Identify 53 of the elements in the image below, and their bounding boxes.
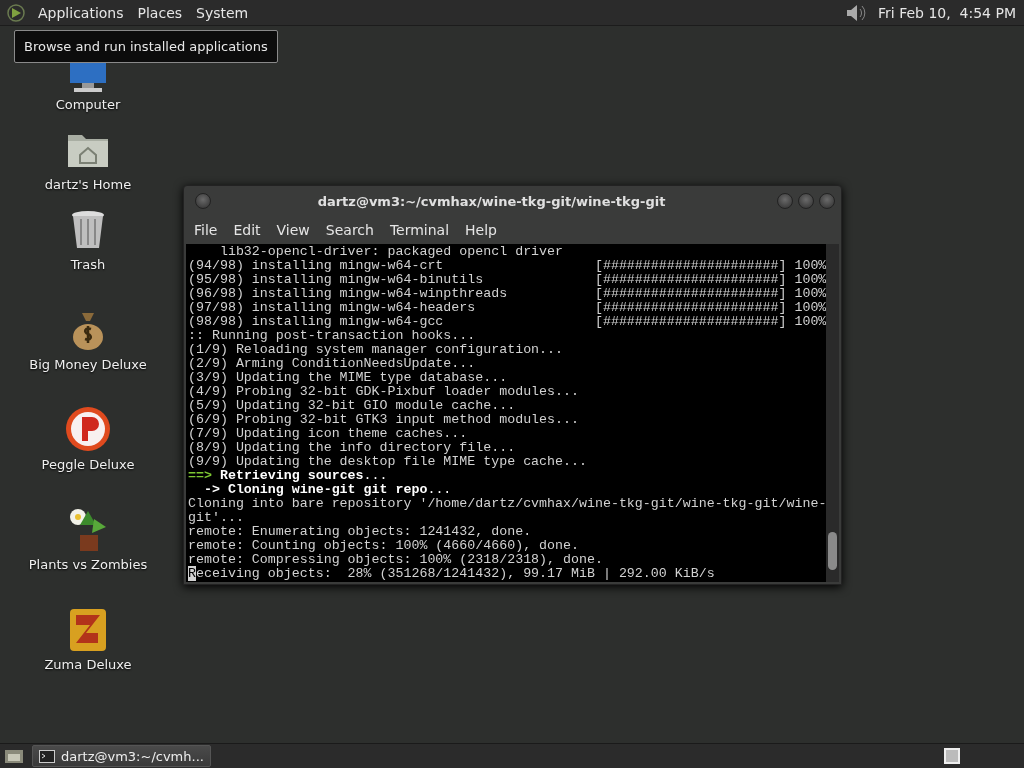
terminal-line: (95/98) installing mingw-w64-binutils (188, 273, 485, 287)
panel-menu[interactable]: System (194, 4, 251, 21)
terminal-line: ==> Retrieving sources... (188, 469, 388, 483)
desktop-icon-label[interactable]: dartz's Home (44, 177, 132, 192)
percent-text: 100% (793, 273, 827, 287)
menu-item[interactable]: View (270, 222, 316, 238)
desktop-icon-label[interactable]: Computer (55, 97, 121, 112)
terminal-line: (96/98) installing mingw-w64-winpthreads (188, 287, 509, 301)
percent-text: 100% (793, 315, 827, 329)
terminal-line: :: Running post-transaction hooks... (188, 329, 476, 343)
menu-item[interactable]: Search (319, 222, 380, 238)
tooltip: Browse and run installed applications (14, 30, 278, 63)
progress-bar-text: [######################] (594, 301, 787, 315)
percent-text: 100% (793, 259, 827, 273)
percent-text: 100% (793, 301, 827, 315)
panel-menu[interactable]: Applications (36, 4, 126, 21)
menu-item[interactable]: Terminal (383, 222, 456, 238)
terminal-line: (4/9) Probing 32-bit GDK-Pixbuf loader modules... (188, 385, 579, 399)
terminal-line: (8/9) Updating the info directory file... (188, 441, 516, 455)
taskbar-button[interactable]: dartz@vm3:~/cvmh... (32, 745, 211, 767)
terminal-line: (9/9) Updating the desktop file MIME type cache... (188, 455, 587, 469)
terminal-line: lib32-opencl-driver: packaged opencl driver (218, 245, 564, 259)
progress-bar-text: [######################] (594, 287, 787, 301)
terminal-line: remote: Counting objects: 100% (4660/4660), done. (188, 539, 579, 553)
terminal-line: (1/9) Reloading system manager configuration... (188, 343, 564, 357)
desktop-icon-label[interactable]: Peggle Deluxe (41, 457, 135, 472)
desktop-icon-label[interactable]: Trash (70, 257, 106, 272)
progress-bar-text: [######################] (594, 259, 787, 273)
terminal-line: git'... (188, 511, 244, 525)
terminal-line: remote: Compressing objects: 100% (2318/2318), done. (188, 553, 603, 567)
desktop-icon-label[interactable]: Zuma Deluxe (44, 657, 132, 672)
panel-menu[interactable]: Places (135, 4, 185, 21)
desktop-icon-label[interactable]: Plants vs Zombies (28, 557, 148, 572)
menu-item[interactable]: Help (459, 222, 503, 238)
terminal-line: -> Cloning wine-git git repo... (202, 483, 452, 497)
terminal-line: (94/98) installing mingw-w64-crt (188, 259, 445, 273)
terminal-line: (7/9) Updating icon theme caches... (188, 427, 468, 441)
terminal-line: (2/9) Arming ConditionNeedsUpdate... (188, 357, 476, 371)
progress-bar-text: [######################] (594, 315, 787, 329)
percent-text: 100% (793, 287, 827, 301)
menu-item[interactable]: File (188, 222, 224, 238)
menu-item[interactable]: Edit (227, 222, 267, 238)
progress-bar-text: [######################] (594, 273, 787, 287)
terminal-line: remote: Enumerating objects: 1241432, done. (188, 525, 532, 539)
terminal-line: (97/98) installing mingw-w64-headers (188, 301, 477, 315)
terminal-line: (3/9) Updating the MIME type database... (188, 371, 508, 385)
terminal-line: (5/9) Updating 32-bit GIO module cache... (188, 399, 516, 413)
window-title: dartz@vm3:~/cvmhax/wine-tkg-git/wine-tkg-git (316, 193, 667, 209)
terminal-line: Cloning into bare repository '/home/dartz/cvmhax/wine-tkg-git/wine-tkg-git/wine- (188, 497, 827, 511)
terminal-line: (98/98) installing mingw-w64-gcc (188, 315, 445, 329)
desktop-icon-label[interactable]: Big Money Deluxe (29, 357, 147, 372)
clock[interactable]: Fri Feb 10, 4:54 PM (876, 4, 1018, 21)
terminal-line: (6/9) Probing 32-bit GTK3 input method modules... (188, 413, 579, 427)
